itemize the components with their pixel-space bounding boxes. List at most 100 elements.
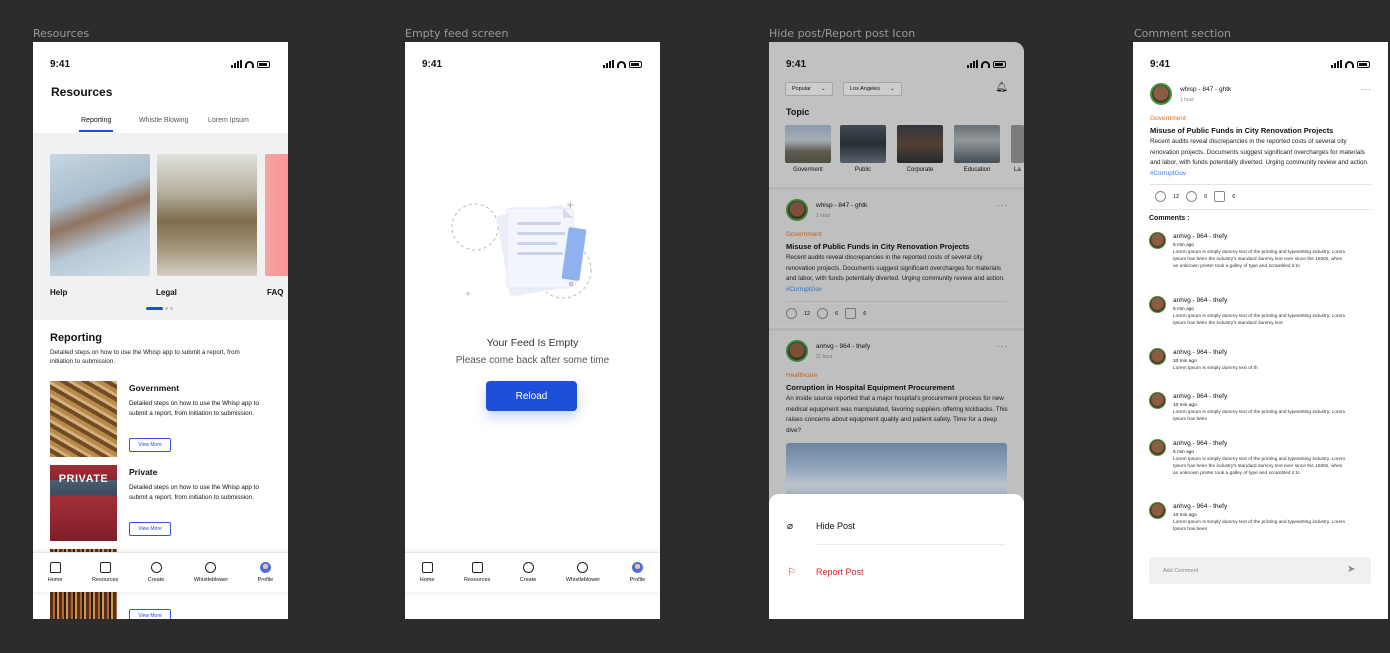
nav-label: Home — [419, 577, 435, 583]
book-icon — [471, 562, 483, 573]
status-time: 9:41 — [1150, 59, 1171, 70]
tab-lorem-ipsum[interactable]: Lorem Ipsum — [208, 117, 249, 124]
comment-username: anhvg - 964 - thefy — [1173, 503, 1228, 510]
plus-circle-icon — [522, 562, 534, 573]
reload-button[interactable]: Reload — [486, 381, 577, 411]
comment-section-screen: 9:41 whisp - 847 - ghtk 1 hour ··· Gover… — [1133, 42, 1388, 619]
nav-profile[interactable]: Profile — [257, 562, 274, 583]
hashtag-link[interactable]: #CorruptGov — [1150, 170, 1186, 177]
nav-home[interactable]: Home — [419, 562, 435, 583]
nav-label: Create — [519, 577, 537, 583]
nav-whistleblower[interactable]: Whistleblower — [194, 562, 228, 583]
nav-create[interactable]: Create — [148, 562, 164, 583]
tab-bar: Reporting Whistle Blowing Lorem Ipsum — [33, 115, 288, 133]
comment-username: anhvg - 964 - thefy — [1173, 440, 1228, 447]
carousel-dots[interactable] — [146, 307, 173, 310]
post-time: 1 hour — [1180, 97, 1195, 103]
comment-text: Lorem Ipsum is simply dummy text of the … — [1173, 410, 1346, 422]
battery-icon — [1357, 60, 1370, 68]
resource-title: Private — [129, 467, 158, 477]
avatar — [1149, 296, 1166, 313]
svg-text:+: + — [465, 290, 471, 298]
avatar — [1149, 232, 1166, 249]
view-more-button[interactable]: View More — [129, 522, 171, 536]
divider — [817, 544, 1006, 545]
nav-whistleblower[interactable]: Whistleblower — [566, 562, 600, 583]
post-title: Misuse of Public Funds in City Renovatio… — [1150, 126, 1334, 135]
nav-label: Home — [47, 577, 63, 583]
empty-documents-illustration: + + — [451, 200, 592, 299]
legal-card-image[interactable] — [157, 154, 257, 276]
nav-label: Resources — [91, 577, 119, 583]
nav-create[interactable]: Create — [519, 562, 537, 583]
card-label-help: Help — [50, 288, 68, 297]
report-post-option[interactable]: ⚐ Report Post — [787, 557, 1006, 587]
nav-label: Resources — [463, 577, 491, 583]
view-more-button[interactable]: View More — [129, 609, 171, 619]
post-username: whisp - 847 - ghtk — [1180, 86, 1232, 93]
nav-label: Whistleblower — [565, 577, 601, 583]
divider — [1150, 184, 1371, 185]
hide-report-screen: 9:41 Popular ⌄ Los Angeles ⌄ 🔔︎ Topic Gove… — [769, 42, 1024, 619]
faq-card-image[interactable] — [265, 154, 288, 276]
private-image: PRIVATE — [50, 465, 117, 541]
home-icon — [421, 562, 433, 573]
government-image — [50, 381, 117, 457]
nav-label: Profile — [257, 577, 274, 583]
plus-circle-icon — [150, 562, 162, 573]
tab-reporting[interactable]: Reporting — [78, 117, 114, 132]
post-body: Recent audits reveal discrepancies in th… — [1150, 137, 1375, 179]
status-bar: 9:41 — [33, 59, 288, 71]
post-body-text: Recent audits reveal discrepancies in th… — [1150, 138, 1369, 166]
view-more-button[interactable]: View More — [129, 438, 171, 452]
add-comment-input[interactable]: Add Comment — [1149, 557, 1371, 584]
home-icon — [49, 562, 61, 573]
status-time: 9:41 — [422, 59, 443, 70]
upvote-icon[interactable] — [1155, 191, 1166, 202]
nav-resources[interactable]: Resources — [92, 562, 118, 583]
nav-resources[interactable]: Resources — [464, 562, 490, 583]
comment-text: Lorem Ipsum is simply dummy text of the … — [1173, 520, 1346, 532]
more-options-icon[interactable]: ··· — [1361, 85, 1372, 94]
send-icon[interactable]: ➤ — [1347, 564, 1355, 575]
resource-description: Detailed steps on how to use the Whisp a… — [129, 400, 259, 417]
comment-username: anhvg - 964 - thefy — [1173, 233, 1228, 240]
resources-screen: 9:41 Resources Reporting Whistle Blowing… — [33, 42, 288, 619]
frame-label-empty-feed: Empty feed screen — [405, 27, 509, 40]
profile-avatar-icon — [631, 562, 643, 573]
book-icon — [99, 562, 111, 573]
profile-avatar-icon — [259, 562, 271, 573]
comment-text: Lorem Ipsum is simply dummy text of the … — [1173, 250, 1346, 269]
section-title: Reporting — [50, 332, 102, 344]
comments-heading: Comments : — [1149, 215, 1190, 222]
battery-icon — [257, 60, 270, 68]
comment-text: Lorem Ipsum is simply dummy text of the … — [1173, 457, 1346, 476]
nav-profile[interactable]: Profile — [630, 562, 645, 583]
wifi-icon — [1345, 60, 1354, 68]
nav-home[interactable]: Home — [47, 562, 63, 583]
signal-icon — [1331, 60, 1342, 68]
comment-icon[interactable] — [1214, 191, 1226, 202]
whistle-icon — [205, 562, 217, 573]
post-category: Government — [1150, 115, 1186, 122]
comment-username: anhvg - 964 - thefy — [1173, 393, 1228, 400]
comment-count: 6 — [1232, 193, 1236, 200]
comment-time: 10 min ago — [1173, 513, 1197, 518]
hide-post-option[interactable]: ⌀ Hide Post — [787, 511, 1006, 541]
comment-text: Lorem Ipsum is simply dummy text of the … — [1173, 314, 1346, 326]
status-time: 9:41 — [50, 59, 71, 70]
post-actions: 12 6 6 — [1155, 191, 1235, 202]
tab-whistle-blowing[interactable]: Whistle Blowing — [139, 117, 188, 124]
flag-icon: ⚐ — [787, 566, 796, 578]
nav-label: Whistleblower — [193, 577, 229, 583]
svg-text:+: + — [566, 200, 574, 211]
report-post-label: Report Post — [816, 567, 864, 577]
signal-icon — [231, 60, 242, 68]
wifi-icon — [617, 60, 626, 68]
help-card-image[interactable] — [50, 154, 150, 276]
avatar — [1149, 439, 1166, 456]
resource-description: Detailed steps on how to use the Whisp a… — [129, 484, 259, 501]
resource-item-government: Government Detailed steps on how to use … — [50, 381, 275, 461]
downvote-icon[interactable] — [1186, 191, 1198, 202]
comment-text: Lorem Ipsum is simply dummy text of th — [1173, 366, 1258, 371]
